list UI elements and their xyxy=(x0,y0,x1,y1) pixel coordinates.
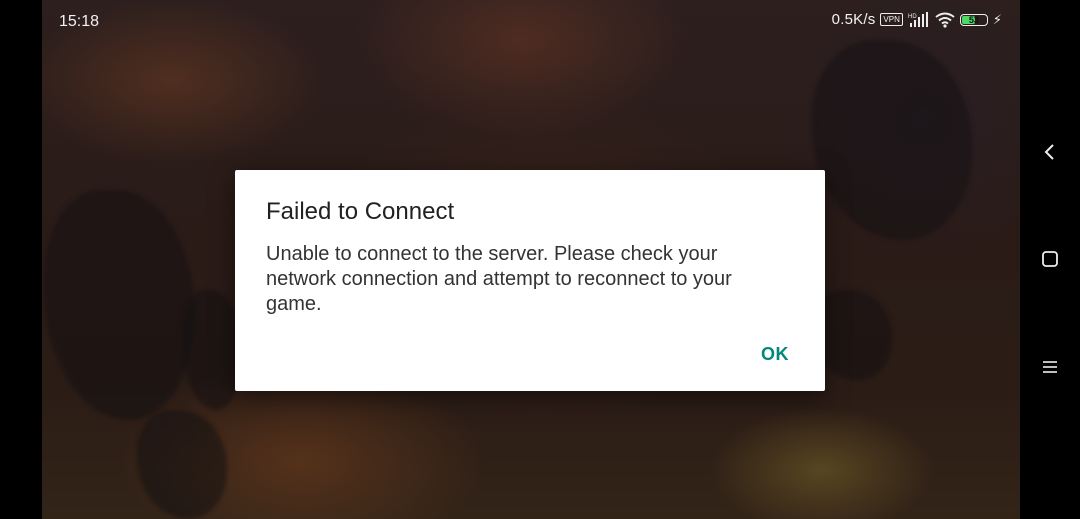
dialog-message: Unable to connect to the server. Please … xyxy=(266,243,732,315)
wifi-icon xyxy=(935,12,955,28)
battery-icon: 53 xyxy=(959,13,988,26)
error-dialog: Failed to Connect Unable to connect to t… xyxy=(235,170,825,391)
ok-button[interactable]: OK xyxy=(761,344,789,365)
screen: 15:18 0.5K/s VPN HD 53 ⚡︎ Failed to Conn… xyxy=(0,0,1080,519)
network-speed: 0.5K/s xyxy=(831,11,876,28)
left-letterbox xyxy=(0,0,42,519)
rock-shape xyxy=(137,410,227,519)
signal-icon: HD xyxy=(908,11,928,27)
recents-button[interactable] xyxy=(1038,355,1062,379)
dialog-title: Failed to Connect xyxy=(266,198,455,225)
vpn-icon: VPN xyxy=(880,13,903,26)
back-button[interactable] xyxy=(1038,140,1062,164)
home-button[interactable] xyxy=(1038,247,1062,271)
rock-shape xyxy=(44,190,194,420)
status-icons: 0.5K/s VPN HD 53 ⚡︎ xyxy=(832,11,1002,28)
home-icon xyxy=(1042,251,1058,267)
status-bar: 15:18 0.5K/s VPN HD 53 ⚡︎ xyxy=(42,0,1020,44)
back-icon xyxy=(1044,144,1054,160)
recents-icon xyxy=(1043,361,1057,373)
signal-hd-label: HD xyxy=(908,14,917,20)
charging-icon: ⚡︎ xyxy=(992,11,1002,27)
status-time: 15:18 xyxy=(59,13,100,30)
navigation-bar xyxy=(1020,0,1080,519)
rock-shape xyxy=(182,290,242,410)
battery-level: 53 xyxy=(968,14,979,25)
rock-shape xyxy=(812,40,972,240)
